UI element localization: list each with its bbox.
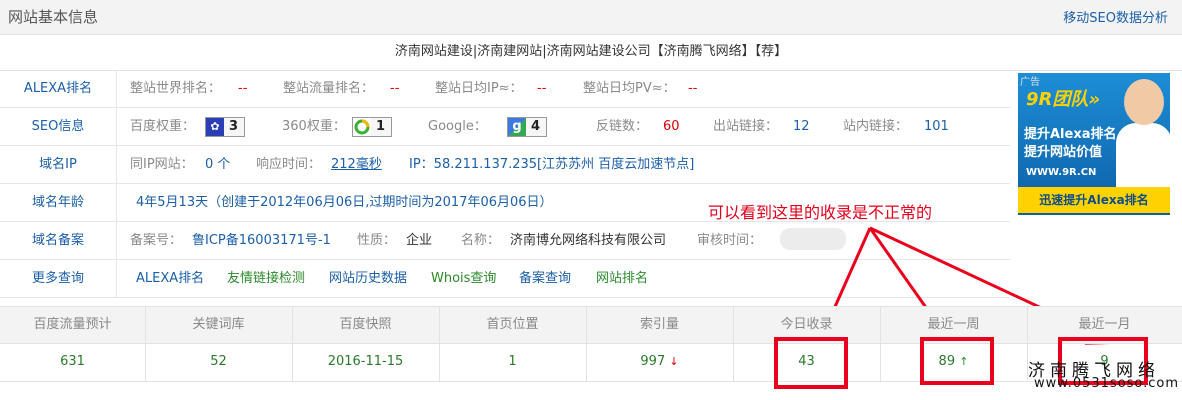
google-g-icon: g — [508, 117, 526, 136]
outlinks-value[interactable]: 12 — [793, 108, 810, 145]
section-title: 网站基本信息 — [8, 8, 99, 26]
icp-label[interactable]: 域名备案 — [0, 222, 117, 259]
site-title[interactable]: 济南网站建设|济南建网站|济南网站建设公司【济南腾飞网络】【荐】 — [0, 34, 1182, 71]
more-row: 更多查询 ALEXA排名 友情链接检测 网站历史数据 Whois查询 备案查询 … — [0, 260, 1010, 298]
w360-value: 1 — [376, 118, 386, 134]
ad-line1: 提升Alexa排名 — [1024, 127, 1117, 142]
more-link-whois[interactable]: Whois查询 — [431, 260, 496, 297]
traffic-rank-value: -- — [390, 81, 400, 96]
outlinks-label: 出站链接： — [713, 119, 779, 134]
icp-row: 域名备案 备案号： 鲁ICP备16003171号-1 性质： 企业 名称： 济南… — [0, 222, 1010, 260]
google-value: 4 — [531, 118, 541, 134]
td-snapshot[interactable]: 2016-11-15 — [292, 343, 440, 381]
td-index[interactable]: 997 ↓ — [586, 343, 734, 381]
alexa-row: ALEXA排名 整站世界排名： -- 整站流量排名： -- 整站日均IP≈： -… — [0, 70, 1010, 108]
resp-time-label: 响应时间： — [256, 157, 322, 172]
ad-brand: 9R团队» — [1026, 89, 1101, 110]
icp-no-value[interactable]: 鲁ICP备16003171号-1 — [192, 222, 331, 259]
inlinks-label: 站内链接： — [843, 119, 909, 134]
ad-line2: 提升网站价值 — [1024, 145, 1103, 160]
td-keywords[interactable]: 52 — [145, 343, 293, 381]
w360-badge[interactable]: 1 — [352, 108, 393, 145]
th-index: 索引量 — [586, 307, 734, 343]
age-label[interactable]: 域名年龄 — [0, 184, 117, 221]
redacted-blur — [780, 228, 846, 250]
resp-time-value[interactable]: 212毫秒 — [331, 146, 382, 183]
td-index-value: 997 — [640, 354, 666, 369]
ip-row: 域名IP 同IP网站： 0 个 响应时间： 212毫秒 IP：58.211.13… — [0, 146, 1010, 184]
icp-name-label: 名称： — [461, 233, 501, 248]
highlight-box-week — [920, 337, 994, 385]
google-label: Google： — [428, 119, 487, 134]
stats-table-header: 百度流量预计 关键词库 百度快照 首页位置 索引量 今日收录 最近一周 最近一月 — [0, 306, 1182, 344]
traffic-rank-label: 整站流量排名： — [283, 81, 375, 96]
more-link-alexa[interactable]: ALEXA排名 — [136, 260, 204, 297]
icp-nature-value: 企业 — [406, 233, 433, 248]
th-baidu-traffic: 百度流量预计 — [0, 307, 146, 343]
baidu-paw-icon: ✿ — [206, 117, 224, 136]
world-rank-value: -- — [238, 81, 248, 96]
seo-label[interactable]: SEO信息 — [0, 108, 117, 145]
person-illustration — [1116, 123, 1170, 189]
more-label[interactable]: 更多查询 — [0, 260, 117, 297]
more-link-icp[interactable]: 备案查询 — [519, 260, 571, 297]
daily-ip-label: 整站日均IP≈： — [435, 81, 523, 96]
baidu-weight-value: 3 — [229, 118, 239, 134]
down-arrow-icon: ↓ — [669, 355, 679, 368]
td-home-position: 1 — [439, 343, 587, 381]
daily-pv-label: 整站日均PV≈： — [583, 81, 676, 96]
stats-table-row: 631 52 2016-11-15 1 997 ↓ 43 89 ↑ 9 — [0, 343, 1182, 382]
baidu-weight-label: 百度权重： — [130, 119, 196, 134]
ip-label[interactable]: 域名IP — [0, 146, 117, 183]
more-link-history[interactable]: 网站历史数据 — [329, 260, 407, 297]
more-link-friendlinks[interactable]: 友情链接检测 — [227, 260, 305, 297]
daily-pv-value: -- — [688, 81, 698, 96]
ad-cta: 迅速提升Alexa排名 — [1018, 187, 1170, 213]
icp-no-label: 备案号： — [130, 233, 183, 248]
icp-name-value: 济南博允网络科技有限公司 — [510, 233, 667, 248]
annotation-text: 可以看到这里的收录是不正常的 — [708, 203, 933, 222]
daily-ip-value: -- — [537, 81, 547, 96]
td-baidu-traffic: 631 — [0, 343, 146, 381]
th-snapshot: 百度快照 — [292, 307, 440, 343]
th-keywords: 关键词库 — [145, 307, 293, 343]
google-badge[interactable]: g4 — [507, 108, 548, 145]
domain-age-text: 4年5月13天（创建于2012年06月06日,过期时间为2017年06月06日） — [136, 195, 553, 210]
same-ip-value[interactable]: 0 个 — [205, 146, 230, 183]
ad-banner[interactable]: 广告 9R团队» 提升Alexa排名 提升网站价值 WWW.9R.CN 迅速提升… — [1018, 73, 1170, 215]
mobile-seo-link[interactable]: 移动SEO数据分析 — [1063, 7, 1168, 26]
world-rank-label: 整站世界排名： — [130, 81, 222, 96]
ip-address[interactable]: IP：58.211.137.235[江苏苏州 百度云加速节点] — [409, 146, 694, 183]
backlinks-value[interactable]: 60 — [663, 108, 680, 145]
th-home-position: 首页位置 — [439, 307, 587, 343]
alexa-label[interactable]: ALEXA排名 — [0, 70, 117, 107]
ad-url: WWW.9R.CN — [1026, 167, 1097, 178]
w360-label: 360权重： — [282, 119, 346, 134]
section-header: 网站基本信息 移动SEO数据分析 — [0, 0, 1182, 35]
person-face — [1124, 79, 1164, 125]
inlinks-value[interactable]: 101 — [924, 108, 949, 145]
icp-time-label: 审核时间： — [697, 233, 763, 248]
highlight-box-today — [774, 337, 848, 389]
360-circle-icon — [353, 117, 371, 136]
seo-row: SEO信息 百度权重： ✿ 3 360权重： 1 Google： g4 反链数： … — [0, 108, 1010, 146]
backlinks-label: 反链数： — [596, 119, 649, 134]
icp-nature-label: 性质： — [357, 233, 397, 248]
watermark-line2: www.0531soso.com — [1034, 376, 1180, 391]
more-link-rank[interactable]: 网站排名 — [596, 260, 648, 297]
same-ip-label: 同IP网站： — [130, 157, 194, 172]
baidu-weight-badge[interactable]: ✿ 3 — [205, 108, 246, 145]
